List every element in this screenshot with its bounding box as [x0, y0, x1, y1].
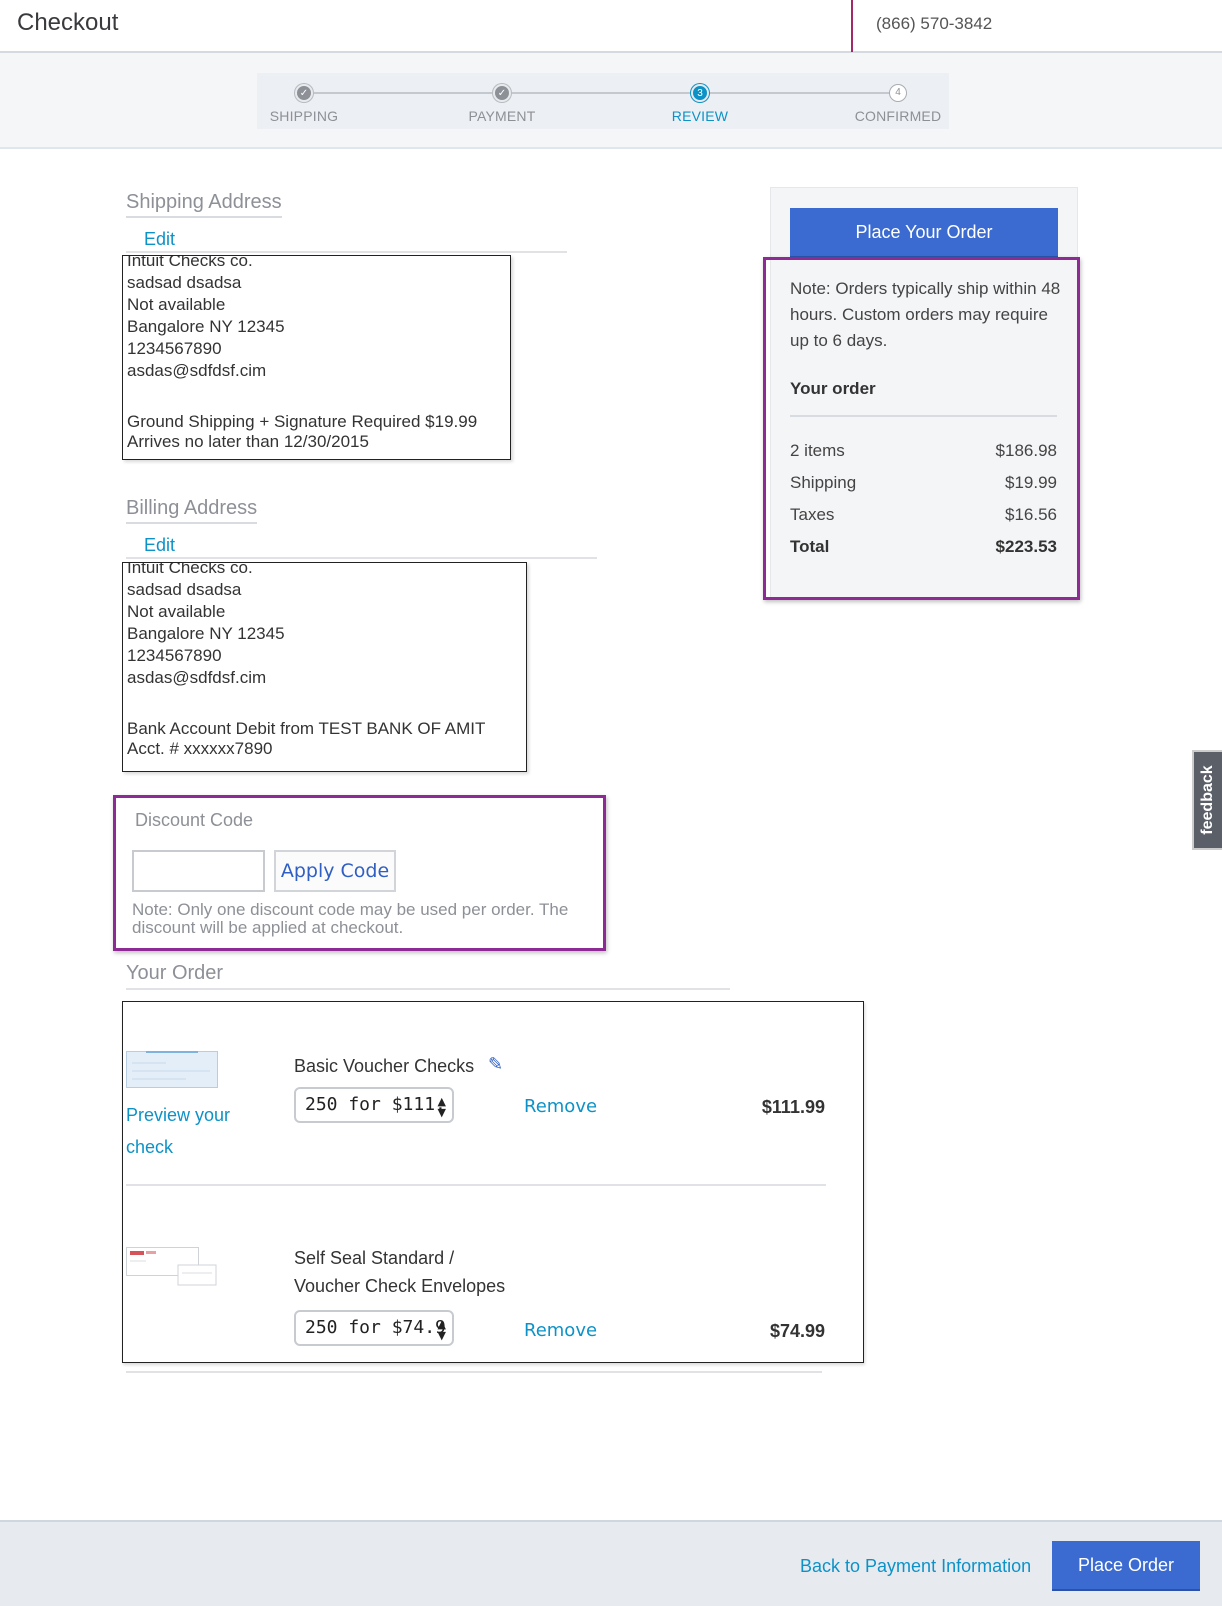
checkout-page: Checkout (866) 570-3842 ✓ SHIPPING ✓ PAY… [0, 0, 1222, 1606]
address-line: Bangalore NY 12345 [127, 624, 285, 643]
summary-row-total: Total $223.53 [790, 537, 1057, 556]
apply-code-button[interactable]: Apply Code [274, 850, 396, 892]
section-rule [126, 251, 567, 253]
page-title: Checkout [17, 9, 119, 36]
checkout-progress: ✓ SHIPPING ✓ PAYMENT 3 REVIEW 4 CONFIRME… [257, 73, 949, 129]
feedback-tab[interactable]: feedback [1192, 750, 1222, 850]
feedback-label: feedback [1199, 765, 1216, 835]
summary-heading: Your order [790, 379, 876, 398]
summary-row-taxes: Taxes $16.56 [790, 505, 1057, 524]
check-thumbnail[interactable] [126, 1051, 218, 1089]
billing-address-box: Intuit Checks co. sadsad dsadsa Not avai… [122, 562, 527, 772]
remove-item-link[interactable]: Remove [524, 1096, 597, 1117]
item-name: Basic Voucher Checks [294, 1056, 475, 1076]
order-items-box: Preview your check Basic Voucher Checks … [122, 1001, 864, 1363]
item-divider [126, 1184, 826, 1186]
arrival-date: Arrives no later than 12/30/2015 [127, 432, 369, 451]
envelope-thumbnail [126, 1247, 217, 1286]
account-number: Acct. # xxxxxx7890 [127, 739, 273, 758]
step-shipping: ✓ SHIPPING [254, 84, 354, 124]
step-payment: ✓ PAYMENT [452, 84, 552, 124]
item-price: $74.99 [769, 1321, 825, 1341]
discount-code-panel: Discount Code Apply Code Note: Only one … [113, 795, 606, 951]
summary-divider [790, 415, 1057, 417]
address-line: sadsad dsadsa [127, 273, 242, 292]
summary-row-items: 2 items $186.98 [790, 441, 1057, 460]
quantity-select[interactable]: 250 for $74.9 ▲ ▼ [294, 1310, 454, 1346]
order-summary-box: Note: Orders typically ship within 48 ho… [763, 257, 1080, 600]
quantity-value: 250 for $74.9 [305, 1317, 446, 1338]
discount-code-input[interactable] [132, 850, 265, 892]
summary-row-shipping: Shipping $19.99 [790, 473, 1057, 492]
shipping-method: Ground Shipping + Signature Required $19… [127, 412, 478, 431]
select-arrows-icon: ▲ ▼ [437, 1095, 446, 1119]
step-confirmed: 4 CONFIRMED [848, 84, 948, 124]
address-line: Intuit Checks co. [127, 255, 253, 270]
address-line: asdas@sdfdsf.cim [127, 361, 267, 380]
step-label: PAYMENT [468, 108, 536, 124]
quantity-select[interactable]: 250 for $111. ▲ ▼ [294, 1087, 454, 1123]
progress-line [304, 92, 898, 94]
step-label: SHIPPING [269, 108, 339, 124]
payment-method: Bank Account Debit from TEST BANK OF AMI… [127, 719, 486, 738]
preview-check-link[interactable]: Preview your check [126, 1099, 246, 1163]
back-to-payment-link[interactable]: Back to Payment Information [800, 1556, 1031, 1577]
address-line: 1234567890 [127, 646, 222, 665]
address-line: Not available [127, 295, 226, 314]
address-line: Not available [127, 602, 226, 621]
edit-shipping-link[interactable]: Edit [144, 229, 175, 250]
billing-address-title: Billing Address [126, 497, 258, 524]
step-number-badge: 4 [889, 84, 907, 102]
remove-item-link[interactable]: Remove [524, 1320, 597, 1341]
discount-code-label: Discount Code [135, 810, 254, 830]
place-order-button[interactable]: Place Order [1052, 1541, 1200, 1591]
item-price: $111.99 [761, 1097, 825, 1117]
shipping-address-box: Intuit Checks co. sadsad dsadsa Not avai… [122, 255, 511, 460]
step-label: REVIEW [671, 108, 729, 124]
your-order-title: Your Order [126, 962, 224, 984]
progress-band: ✓ SHIPPING ✓ PAYMENT 3 REVIEW 4 CONFIRME… [0, 53, 1222, 149]
section-rule [126, 557, 597, 559]
section-rule [126, 988, 730, 990]
address-line: Intuit Checks co. [127, 562, 253, 577]
check-icon: ✓ [295, 84, 313, 102]
step-number-badge: 3 [691, 84, 709, 102]
header-bar: Checkout (866) 570-3842 [0, 0, 1222, 53]
shipping-address-title: Shipping Address [126, 191, 282, 218]
step-review: 3 REVIEW [650, 84, 750, 124]
footer-bar: Back to Payment Information Place Order [0, 1520, 1222, 1606]
header-divider [851, 0, 853, 52]
section-rule [126, 1371, 822, 1373]
item-name: Self Seal Standard / Voucher Check Envel… [294, 1248, 506, 1296]
address-line: sadsad dsadsa [127, 580, 242, 599]
discount-note: Note: Only one discount code may be used… [132, 900, 569, 937]
shipping-note: Note: Orders typically ship within 48 ho… [790, 279, 1061, 350]
support-phone: (866) 570-3842 [876, 14, 993, 33]
select-arrows-icon: ▲ ▼ [437, 1318, 446, 1342]
edit-billing-link[interactable]: Edit [144, 535, 175, 556]
quantity-value: 250 for $111. [305, 1094, 446, 1115]
step-label: CONFIRMED [854, 108, 942, 124]
check-icon: ✓ [493, 84, 511, 102]
edit-pencil-icon[interactable]: ✎ [488, 1054, 503, 1075]
place-your-order-button[interactable]: Place Your Order [790, 208, 1058, 258]
address-line: Bangalore NY 12345 [127, 317, 285, 336]
address-line: 1234567890 [127, 339, 222, 358]
address-line: asdas@sdfdsf.cim [127, 668, 267, 687]
